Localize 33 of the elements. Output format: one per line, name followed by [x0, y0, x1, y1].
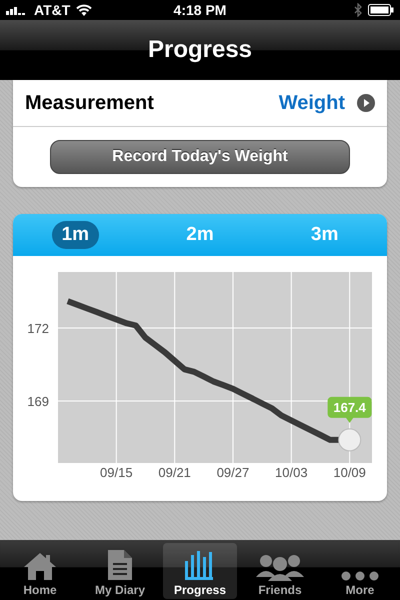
x-axis-label: 09/15 — [100, 465, 133, 480]
annotation: 167.4 — [333, 400, 367, 415]
record-weight-button[interactable]: Record Today's Weight — [50, 140, 350, 174]
y-axis-label: 169 — [27, 394, 49, 409]
carrier-name: AT&T — [34, 2, 70, 18]
more-icon — [341, 571, 379, 581]
battery-icon — [368, 4, 394, 16]
signal-icon — [6, 5, 28, 15]
tab-bar-item[interactable]: Progress — [163, 543, 237, 599]
screen-title: Progress — [148, 36, 252, 64]
y-axis-label: 172 — [27, 320, 49, 336]
tab-bar-item[interactable]: More — [323, 543, 397, 599]
value-callout: 167.4 — [328, 396, 372, 423]
wifi-icon — [76, 4, 92, 16]
measurement-row[interactable]: Measurement Weight — [13, 80, 387, 127]
tab-bar-item[interactable]: Home — [3, 543, 77, 599]
people-icon — [256, 553, 304, 581]
range-tab[interactable]: 1m — [52, 221, 100, 249]
tab-bar-item[interactable]: Friends — [243, 543, 317, 599]
document-icon — [107, 549, 133, 581]
bar-chart-icon — [184, 549, 216, 581]
x-axis-label: 09/27 — [216, 465, 250, 480]
x-axis-label: 10/09 — [333, 465, 366, 480]
x-axis-label: 09/21 — [158, 465, 191, 480]
x-axis-label: 10/03 — [275, 465, 308, 480]
bluetooth-icon — [354, 3, 362, 17]
measurement-label: Measurement — [25, 92, 155, 114]
measurement-value: Weight — [278, 92, 345, 114]
disclosure-icon — [357, 94, 375, 112]
house-icon — [23, 551, 57, 581]
point-marker[interactable] — [338, 428, 362, 452]
clock-time: 4:18 PM — [174, 2, 226, 18]
tab-bar-item[interactable]: My Diary — [83, 543, 157, 599]
